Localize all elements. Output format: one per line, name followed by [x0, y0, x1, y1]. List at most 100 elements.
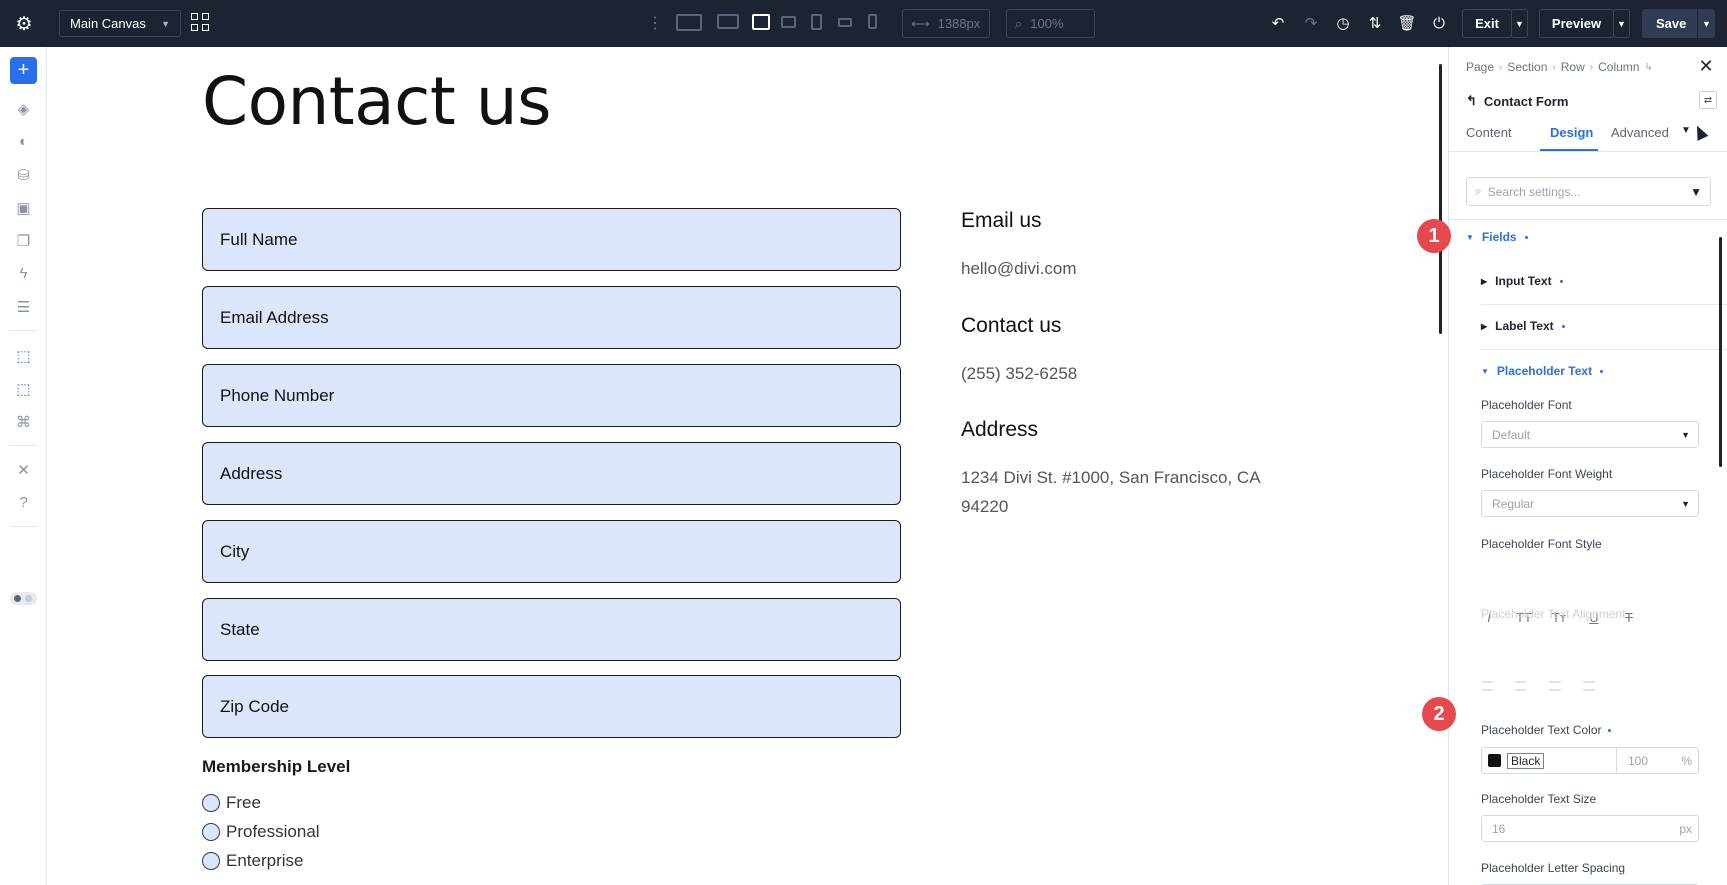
page-title[interactable]: Contact us [202, 63, 551, 140]
filter-icon[interactable]: ▼ [1690, 185, 1702, 199]
color-swatch[interactable] [1488, 754, 1501, 767]
placeholder-color-field[interactable]: Black 100 % [1481, 747, 1699, 774]
form-field-address[interactable]: Address [202, 442, 901, 505]
desktop-icon[interactable] [717, 14, 739, 29]
desktop-wide-icon[interactable] [676, 14, 702, 31]
breadcrumb-page[interactable]: Page [1466, 60, 1494, 74]
close-panel-icon[interactable]: ✕ [1697, 56, 1715, 76]
annotation-marker-1: 1 [1417, 219, 1451, 253]
group-label-text-label: Label Text [1495, 319, 1554, 333]
color-opacity-value[interactable]: 100 [1628, 754, 1648, 768]
settings-search-input[interactable]: ⌕ Search settings... ▼ [1466, 177, 1711, 206]
field-placeholder: Full Name [220, 229, 298, 249]
tab-advanced[interactable]: Advanced [1611, 125, 1669, 140]
placeholder-size-label: Placeholder Text Size [1481, 792, 1597, 806]
breadcrumb-column[interactable]: Column [1598, 60, 1639, 74]
search-icon: ⌕ [1475, 184, 1482, 198]
canvas-grid-icon[interactable] [190, 12, 212, 34]
canvas-width-field[interactable]: ⟷ 1388px [902, 9, 990, 38]
panel-divider [1449, 219, 1727, 220]
return-arrow-icon: ↳ [1644, 61, 1653, 73]
power-icon[interactable]: ⏻ [1428, 12, 1450, 34]
history-icon[interactable]: ◷ [1332, 12, 1354, 34]
form-field-city[interactable]: City [202, 520, 901, 583]
form-field-full-name[interactable]: Full Name [202, 208, 901, 271]
tablet-landscape-icon[interactable] [781, 16, 796, 28]
radio-label: Free [226, 793, 261, 812]
exit-button[interactable]: Exit [1462, 9, 1512, 38]
preview-menu-toggle[interactable]: ▼ [1613, 9, 1630, 38]
group-placeholder-text[interactable]: ▼ Placeholder Text [1481, 364, 1604, 378]
tablet-icon[interactable] [811, 14, 822, 30]
layers-icon[interactable]: ◈ [10, 95, 37, 122]
phone-icon[interactable] [868, 14, 877, 29]
radio-option-free[interactable]: Free [202, 793, 261, 813]
panel-scrollbar[interactable] [1719, 237, 1722, 467]
group-fields[interactable]: ▼ Fields [1466, 230, 1528, 244]
laptop-icon[interactable] [752, 14, 770, 30]
placeholder-weight-label: Placeholder Font Weight [1481, 467, 1613, 481]
form-field-email[interactable]: Email Address [202, 286, 901, 349]
settings-gear-icon[interactable]: ⚙ [12, 12, 36, 36]
placeholder-size-value: 16 [1492, 821, 1506, 836]
save-button[interactable]: Save ▼ [1642, 9, 1715, 38]
zoom-search-icon: ⌕ [1015, 15, 1023, 31]
placeholder-size-input[interactable]: 16 px [1481, 815, 1699, 842]
size-unit: px [1679, 821, 1692, 836]
radio-label: Enterprise [226, 851, 304, 870]
address-line-2: 94220 [961, 497, 1009, 516]
radio-option-enterprise[interactable]: Enterprise [202, 851, 303, 871]
tools-icon[interactable]: ✕ [10, 456, 37, 483]
chevron-down-icon: ▼ [161, 18, 170, 29]
align-left-icon [1481, 681, 1493, 691]
help-icon[interactable]: ? [10, 489, 37, 516]
preview-button[interactable]: Preview [1539, 9, 1614, 38]
chevron-down-icon: ▼ [1681, 429, 1690, 440]
settings-panel: Page › Section › Row › Column ↳ ✕ ↰ Contact… [1448, 47, 1727, 885]
lightning-icon[interactable]: ϟ [10, 260, 37, 287]
database-icon[interactable]: ⛁ [10, 161, 37, 188]
phone-landscape-icon[interactable] [838, 18, 852, 27]
placeholder-font-select[interactable]: Default ▼ [1481, 421, 1699, 448]
layout-icon[interactable]: ▣ [10, 194, 37, 221]
add-module-button[interactable]: + [10, 57, 37, 84]
annotation-marker-2: 2 [1422, 697, 1456, 731]
redo-icon[interactable]: ↷ [1300, 12, 1322, 34]
design-palette-icon[interactable]: ◐ [10, 128, 37, 155]
placeholder-weight-select[interactable]: Regular ▼ [1481, 490, 1699, 517]
canvas-scrollbar[interactable] [1439, 64, 1442, 334]
multi-select-icon[interactable]: ⬚ [10, 375, 37, 402]
tab-content[interactable]: Content [1466, 125, 1512, 140]
tabs-more-icon[interactable]: ▼ [1681, 125, 1691, 136]
breadcrumb-row[interactable]: Row [1561, 60, 1585, 74]
back-arrow-icon[interactable]: ↰ [1466, 93, 1477, 109]
pages-icon[interactable]: ❐ [10, 227, 37, 254]
trash-icon[interactable]: 🗑 [1396, 12, 1418, 34]
placeholder-alignment-label: Placeholder Text Alignment [1481, 607, 1626, 621]
save-menu-toggle[interactable]: ▼ [1697, 9, 1715, 38]
form-field-state[interactable]: State [202, 598, 901, 661]
radio-circle[interactable] [202, 823, 220, 841]
group-label-text[interactable]: ▶ Label Text [1481, 319, 1565, 333]
group-input-text[interactable]: ▶ Input Text [1481, 274, 1563, 288]
radio-circle[interactable] [202, 794, 220, 812]
exit-label: Exit [1475, 16, 1499, 31]
canvas-select[interactable]: Main Canvas ▼ [59, 10, 181, 37]
exit-menu-toggle[interactable]: ▼ [1511, 9, 1528, 38]
form-field-zip[interactable]: Zip Code [202, 675, 901, 738]
sort-arrows-icon[interactable]: ⇅ [1364, 12, 1386, 34]
undo-icon[interactable]: ↶ [1267, 12, 1289, 34]
tab-design[interactable]: Design [1550, 125, 1593, 140]
breadcrumb-section[interactable]: Section [1507, 60, 1547, 74]
more-vertical-icon[interactable]: ⋮ [647, 12, 663, 34]
mode-toggle[interactable] [10, 592, 37, 605]
list-settings-icon[interactable]: ☰ [10, 293, 37, 320]
select-element-icon[interactable]: ⬚ [10, 342, 37, 369]
color-name-value: Black [1507, 752, 1545, 769]
radio-option-professional[interactable]: Professional [202, 822, 320, 842]
form-field-phone[interactable]: Phone Number [202, 364, 901, 427]
preset-settings-icon[interactable]: ⇄ [1699, 91, 1717, 109]
find-replace-icon[interactable]: ⌘ [10, 408, 37, 435]
radio-circle[interactable] [202, 852, 220, 870]
zoom-field[interactable]: ⌕ 100% [1006, 9, 1095, 38]
